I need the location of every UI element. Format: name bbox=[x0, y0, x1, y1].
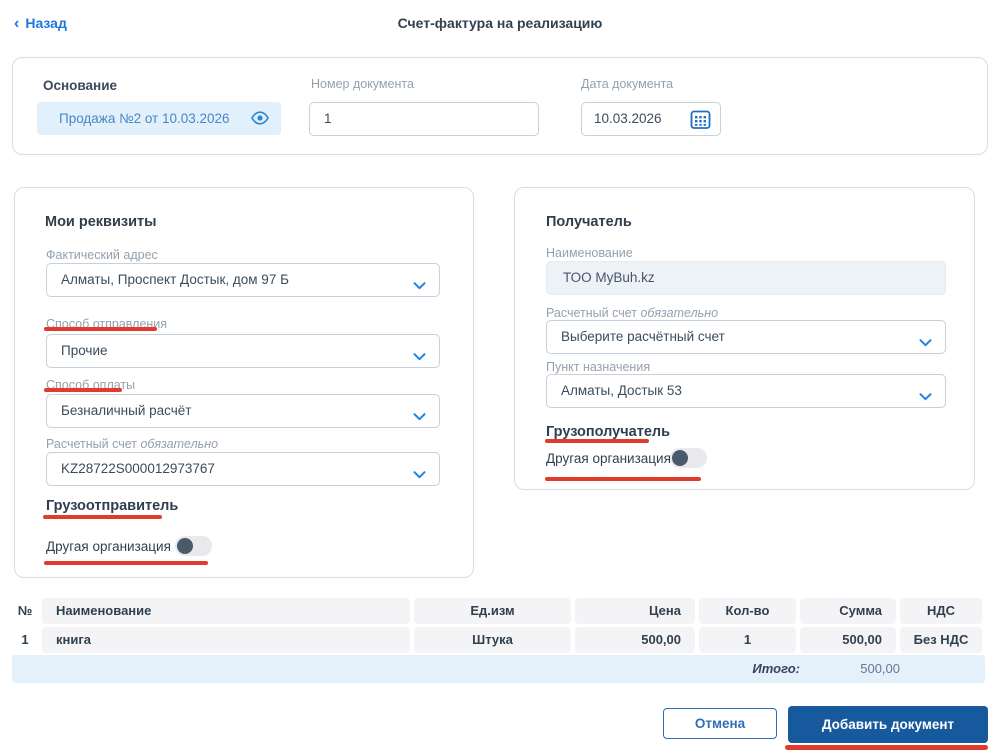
consignor-title: Грузоотправитель bbox=[46, 498, 179, 514]
annotation-underline-consignor-toggle bbox=[44, 561, 208, 565]
my-details-title: Мои реквизиты bbox=[45, 214, 157, 230]
required-hint: обязательно bbox=[640, 306, 719, 320]
col-header-sum: Сумма bbox=[800, 598, 896, 624]
annotation-underline-submit-button bbox=[785, 745, 988, 750]
consignor-other-org-toggle[interactable] bbox=[175, 536, 212, 556]
col-header-qty: Кол-во bbox=[699, 598, 796, 624]
doc-number-label: Номер документа bbox=[311, 77, 414, 91]
recipient-title: Получатель bbox=[546, 214, 632, 230]
destination-label: Пункт назначения bbox=[546, 360, 651, 374]
row-name: книга bbox=[42, 627, 410, 653]
table-total-row: Итого: 500,00 bbox=[12, 655, 985, 683]
annotation-underline-shipping-method bbox=[44, 327, 157, 331]
annotation-underline-consignee bbox=[545, 439, 649, 443]
recipient-bank-account-select[interactable]: Выберите расчётный счет bbox=[546, 320, 946, 354]
calendar-icon[interactable] bbox=[690, 109, 711, 135]
my-bank-account-label: Расчетный счет обязательно bbox=[46, 437, 219, 451]
doc-date-label: Дата документа bbox=[581, 77, 674, 91]
toggle-knob bbox=[672, 450, 688, 466]
recipient-panel: Получатель Наименование ТОО MyBuh.kz Рас… bbox=[514, 187, 975, 490]
row-qty: 1 bbox=[699, 627, 796, 653]
annotation-underline-consignee-toggle bbox=[545, 477, 701, 481]
destination-select[interactable]: Алматы, Достык 53 bbox=[546, 374, 946, 408]
col-header-unit: Ед.изм bbox=[414, 598, 571, 624]
chevron-down-icon bbox=[919, 388, 932, 406]
my-bank-account-select[interactable]: KZ28722S000012973767 bbox=[46, 452, 440, 486]
actual-address-select[interactable]: Алматы, Проспект Достык, дом 97 Б bbox=[46, 263, 440, 297]
total-label: Итого: bbox=[752, 661, 800, 676]
shipping-method-select[interactable]: Прочие bbox=[46, 334, 440, 368]
document-header-panel: Основание Продажа №2 от 10.03.2026 Номер… bbox=[12, 57, 988, 155]
row-price: 500,00 bbox=[575, 627, 695, 653]
consignee-title: Грузополучатель bbox=[546, 424, 671, 440]
col-header-price: Цена bbox=[575, 598, 695, 624]
items-table: № Наименование Ед.изм Цена Кол-во Сумма … bbox=[12, 598, 982, 653]
col-header-vat: НДС bbox=[900, 598, 982, 624]
my-bank-account-value: KZ28722S000012973767 bbox=[61, 461, 215, 476]
submit-button[interactable]: Добавить документ bbox=[788, 706, 988, 743]
recipient-name-field: ТОО MyBuh.kz bbox=[546, 261, 946, 295]
required-hint: обязательно bbox=[140, 437, 219, 451]
recipient-bank-account-placeholder: Выберите расчётный счет bbox=[561, 329, 725, 344]
chevron-down-icon bbox=[413, 408, 426, 426]
actual-address-value: Алматы, Проспект Достык, дом 97 Б bbox=[61, 272, 289, 287]
destination-value: Алматы, Достык 53 bbox=[561, 383, 682, 398]
total-value: 500,00 bbox=[860, 661, 900, 676]
doc-date-value: 10.03.2026 bbox=[594, 111, 662, 126]
consignee-other-org-toggle[interactable] bbox=[670, 448, 707, 468]
recipient-name-label: Наименование bbox=[546, 246, 633, 260]
toggle-knob bbox=[177, 538, 193, 554]
annotation-underline-payment-method bbox=[44, 388, 122, 392]
shipping-method-value: Прочие bbox=[61, 343, 108, 358]
row-num: 1 bbox=[21, 632, 29, 647]
row-unit: Штука bbox=[414, 627, 571, 653]
chevron-down-icon bbox=[413, 348, 426, 366]
cancel-button[interactable]: Отмена bbox=[663, 708, 777, 739]
my-details-panel: Мои реквизиты Фактический адрес Алматы, … bbox=[14, 187, 474, 578]
col-header-num: № bbox=[17, 603, 33, 618]
actual-address-label: Фактический адрес bbox=[46, 248, 158, 262]
payment-method-value: Безналичный расчёт bbox=[61, 403, 192, 418]
consignee-other-org-label: Другая организация bbox=[546, 451, 671, 466]
chevron-down-icon bbox=[413, 466, 426, 484]
doc-number-value: 1 bbox=[324, 111, 332, 126]
payment-method-select[interactable]: Безналичный расчёт bbox=[46, 394, 440, 428]
chevron-down-icon bbox=[919, 334, 932, 352]
basis-chip[interactable]: Продажа №2 от 10.03.2026 bbox=[37, 102, 281, 135]
consignor-other-org-label: Другая организация bbox=[46, 539, 171, 554]
row-vat: Без НДС bbox=[900, 627, 982, 653]
basis-value: Продажа №2 от 10.03.2026 bbox=[59, 111, 230, 126]
annotation-underline-consignor bbox=[43, 515, 162, 519]
doc-number-input[interactable]: 1 bbox=[309, 102, 539, 136]
basis-label: Основание bbox=[43, 78, 117, 93]
eye-icon[interactable] bbox=[251, 110, 269, 131]
chevron-down-icon bbox=[413, 277, 426, 295]
doc-date-input[interactable]: 10.03.2026 bbox=[581, 102, 721, 136]
col-header-name: Наименование bbox=[42, 598, 410, 624]
page-title: Счет-фактура на реализацию bbox=[397, 15, 603, 31]
recipient-bank-account-label: Расчетный счет обязательно bbox=[546, 306, 719, 320]
row-sum: 500,00 bbox=[800, 627, 896, 653]
recipient-name-value: ТОО MyBuh.kz bbox=[563, 270, 655, 285]
